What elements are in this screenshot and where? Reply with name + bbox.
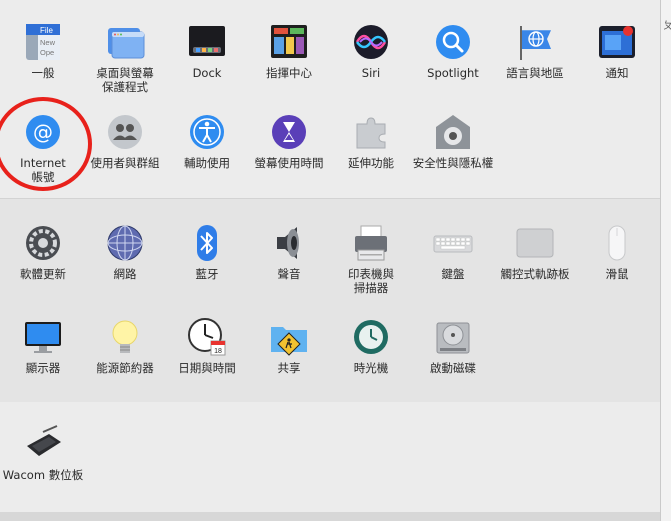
keyboard-icon: [433, 223, 473, 263]
extensions-icon: [351, 112, 391, 152]
pref-general-label: 一般: [31, 66, 55, 80]
pref-startup-disk-label: 啟動磁碟: [430, 361, 476, 375]
pref-sharing-label: 共享: [277, 361, 301, 375]
pref-wacom-tablet[interactable]: Wacom 數位板: [2, 424, 84, 482]
notifications-icon: [597, 22, 637, 62]
pref-displays[interactable]: 顯示器: [2, 317, 84, 375]
trackpad-icon: [515, 223, 555, 263]
preferences-section-hardware: 軟體更新 網路 藍牙 聲音 印表機與 掃描器 鍵盤 觸控式軌跡板 滑鼠 顯示器 …: [0, 198, 660, 403]
pref-keyboard[interactable]: 鍵盤: [412, 223, 494, 281]
pref-spotlight-label: Spotlight: [427, 66, 479, 80]
preferences-section-other: Wacom 數位板: [0, 402, 660, 521]
pref-siri-label: Siri: [361, 66, 381, 80]
background-window-edge: [661, 0, 671, 521]
pref-sharing[interactable]: 共享: [248, 317, 330, 375]
general-icon-open: Ope: [40, 48, 54, 57]
sharing-icon: [269, 317, 309, 357]
sound-icon: [269, 223, 309, 263]
pref-notifications[interactable]: 通知: [576, 22, 658, 80]
pref-energy-saver-label: 能源節約器: [96, 361, 154, 375]
pref-security-privacy-label: 安全性與隱私權: [412, 156, 494, 170]
printers-scanners-icon: [351, 223, 391, 263]
pref-software-update-label: 軟體更新: [20, 267, 66, 281]
pref-bluetooth[interactable]: 藍牙: [166, 223, 248, 281]
users-groups-icon: [105, 112, 145, 152]
pref-printers-scanners[interactable]: 印表機與 掃描器: [330, 223, 412, 295]
pref-mission-control-label: 指揮中心: [266, 66, 312, 80]
pref-general[interactable]: File New Ope 一般: [2, 22, 84, 80]
pref-spotlight[interactable]: Spotlight: [412, 22, 494, 80]
preferences-section-personal: File New Ope 一般 桌面與螢幕 保護程式 Dock 指揮中心 Sir…: [0, 0, 660, 196]
pref-accessibility-label: 輔助使用: [184, 156, 230, 170]
dock-icon: [187, 22, 227, 62]
pref-displays-label: 顯示器: [25, 361, 61, 375]
pref-notifications-label: 通知: [605, 66, 629, 80]
pref-mouse-label: 滑鼠: [605, 267, 629, 281]
pref-sound[interactable]: 聲音: [248, 223, 330, 281]
general-icon: File New Ope: [23, 22, 63, 62]
pref-bluetooth-label: 藍牙: [195, 267, 219, 281]
pref-time-machine[interactable]: 時光機: [330, 317, 412, 375]
pref-accessibility[interactable]: 輔助使用: [166, 112, 248, 170]
pref-time-machine-label: 時光機: [353, 361, 389, 375]
pref-extensions[interactable]: 延伸功能: [330, 112, 412, 170]
mission-control-icon: [269, 22, 309, 62]
background-text-fragment: ㄆ: [663, 21, 671, 32]
pref-desktop-screensaver[interactable]: 桌面與螢幕 保護程式: [84, 22, 166, 94]
pref-screen-time-label: 螢幕使用時間: [254, 156, 324, 170]
software-update-icon: [23, 223, 63, 263]
system-preferences-window: File New Ope 一般 桌面與螢幕 保護程式 Dock 指揮中心 Sir…: [0, 0, 661, 521]
pref-mouse[interactable]: 滑鼠: [576, 223, 658, 281]
window-bottom-edge: [0, 512, 660, 521]
general-icon-new: New: [40, 38, 56, 47]
startup-disk-icon: [433, 317, 473, 357]
pref-date-time-label: 日期與時間: [178, 361, 236, 375]
pref-startup-disk[interactable]: 啟動磁碟: [412, 317, 494, 375]
pref-language-region-label: 語言與地區: [506, 66, 564, 80]
screen-time-icon: [269, 112, 309, 152]
pref-trackpad[interactable]: 觸控式軌跡板: [494, 223, 576, 281]
energy-saver-icon: [105, 317, 145, 357]
security-privacy-icon: [433, 112, 473, 152]
siri-icon: [351, 22, 391, 62]
pref-network-label: 網路: [113, 267, 137, 281]
pref-mission-control[interactable]: 指揮中心: [248, 22, 330, 80]
pref-users-groups-label: 使用者與群組: [90, 156, 160, 170]
pref-users-groups[interactable]: 使用者與群組: [84, 112, 166, 170]
spotlight-icon: [433, 22, 473, 62]
pref-wacom-tablet-label: Wacom 數位板: [2, 468, 84, 482]
pref-siri[interactable]: Siri: [330, 22, 412, 80]
wacom-tablet-icon: [23, 424, 63, 464]
pref-network[interactable]: 網路: [84, 223, 166, 281]
pref-extensions-label: 延伸功能: [348, 156, 394, 170]
date-time-icon: 18: [187, 317, 227, 357]
pref-keyboard-label: 鍵盤: [441, 267, 465, 281]
calendar-day: 18: [214, 348, 222, 355]
pref-language-region[interactable]: 語言與地區: [494, 22, 576, 80]
accessibility-icon: [187, 112, 227, 152]
pref-date-time[interactable]: 18 日期與時間: [166, 317, 248, 375]
pref-printers-scanners-label: 印表機與 掃描器: [348, 267, 394, 295]
displays-icon: [23, 317, 63, 357]
pref-dock-label: Dock: [192, 66, 222, 80]
pref-screen-time[interactable]: 螢幕使用時間: [248, 112, 330, 170]
pref-trackpad-label: 觸控式軌跡板: [500, 267, 570, 281]
pref-dock[interactable]: Dock: [166, 22, 248, 80]
mouse-icon: [597, 223, 637, 263]
bluetooth-icon: [187, 223, 227, 263]
desktop-screensaver-icon: [105, 22, 145, 62]
pref-sound-label: 聲音: [277, 267, 301, 281]
general-icon-file: File: [40, 26, 53, 35]
time-machine-icon: [351, 317, 391, 357]
language-region-icon: [515, 22, 555, 62]
pref-energy-saver[interactable]: 能源節約器: [84, 317, 166, 375]
pref-desktop-screensaver-label: 桌面與螢幕 保護程式: [96, 66, 154, 94]
pref-security-privacy[interactable]: 安全性與隱私權: [412, 112, 494, 170]
network-icon: [105, 223, 145, 263]
pref-software-update[interactable]: 軟體更新: [2, 223, 84, 281]
